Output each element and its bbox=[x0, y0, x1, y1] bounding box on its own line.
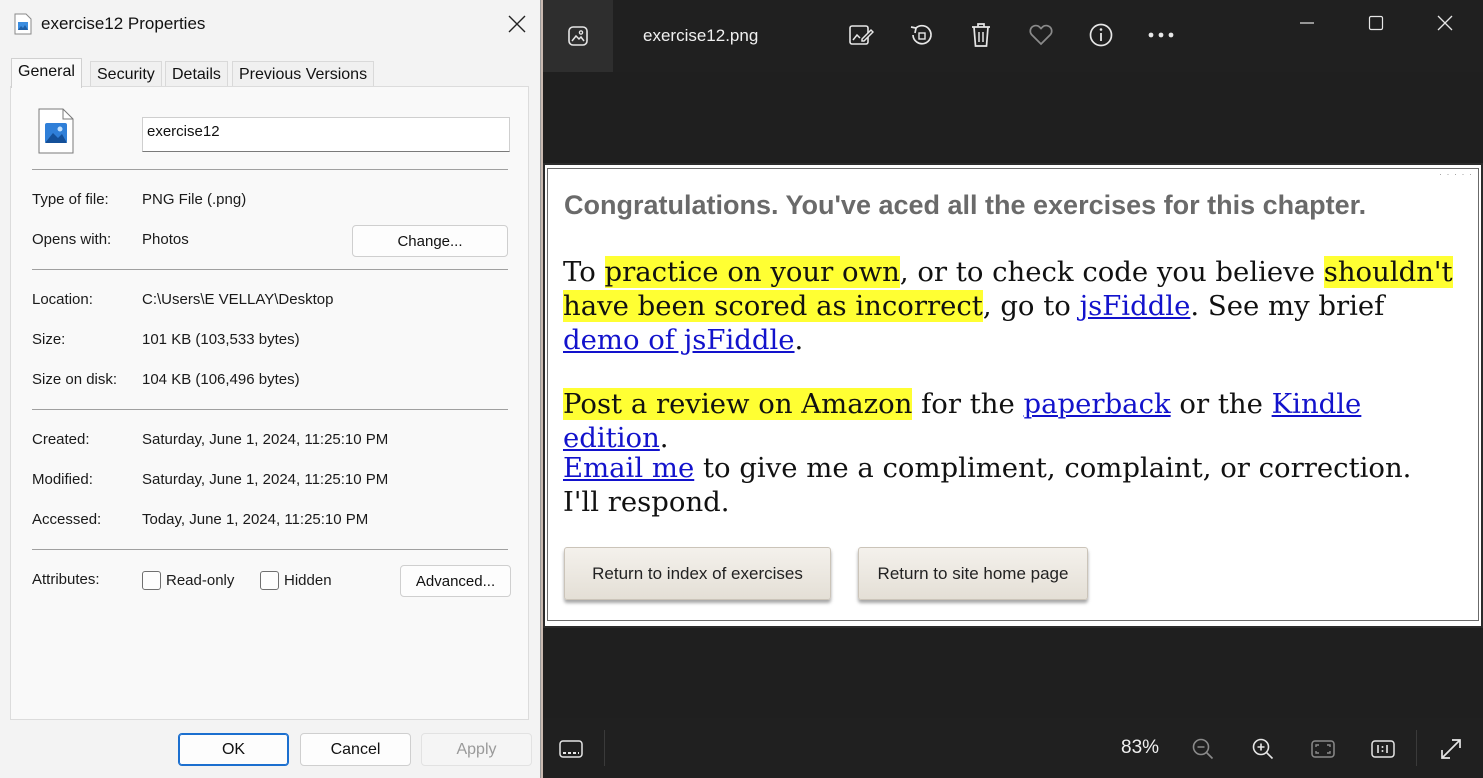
divider bbox=[604, 730, 605, 766]
viewer-toolbar: exercise12.png bbox=[543, 0, 1483, 72]
more-options-icon[interactable] bbox=[1146, 20, 1176, 50]
size-on-disk-label: Size on disk: bbox=[32, 371, 118, 388]
file-name-input[interactable] bbox=[142, 117, 510, 152]
jsfiddle-link: jsFiddle bbox=[1079, 290, 1191, 322]
zoom-in-icon[interactable] bbox=[1248, 734, 1278, 764]
text-span: . bbox=[659, 422, 669, 454]
modified-label: Modified: bbox=[32, 471, 93, 488]
viewer-bottom-bar: 83% bbox=[543, 718, 1483, 778]
text-span: . bbox=[794, 324, 804, 356]
created-label: Created: bbox=[32, 431, 90, 448]
email-paragraph: Email me to give me a compliment, compla… bbox=[563, 451, 1453, 519]
demo-jsfiddle-link: demo of jsFiddle bbox=[563, 324, 795, 356]
rotate-icon[interactable] bbox=[906, 20, 936, 50]
size-on-disk-value: 104 KB (106,496 bytes) bbox=[142, 371, 300, 388]
opens-with-label: Opens with: bbox=[32, 231, 112, 248]
properties-dialog: exercise12 Properties General Security D… bbox=[0, 0, 541, 778]
accessed-label: Accessed: bbox=[32, 511, 102, 528]
size-label: Size: bbox=[32, 331, 66, 348]
size-value: 101 KB (103,533 bytes) bbox=[142, 331, 300, 348]
text-span: . See my brief bbox=[1190, 290, 1385, 322]
tab-general[interactable]: General bbox=[11, 58, 82, 88]
practice-paragraph: To practice on your own, or to check cod… bbox=[563, 255, 1453, 357]
readonly-checkbox[interactable]: Read-only bbox=[142, 571, 234, 590]
viewer-file-name: exercise12.png bbox=[643, 26, 759, 45]
change-button[interactable]: Change... bbox=[352, 225, 508, 257]
edit-image-icon[interactable] bbox=[846, 20, 876, 50]
created-value: Saturday, June 1, 2024, 11:25:10 PM bbox=[142, 431, 389, 448]
general-panel: Type of file: PNG File (.png) Opens with… bbox=[10, 86, 529, 720]
favorite-heart-icon[interactable] bbox=[1026, 20, 1056, 50]
opens-with-value: Photos bbox=[142, 231, 189, 248]
maximize-icon[interactable] bbox=[1356, 8, 1396, 38]
divider bbox=[1416, 730, 1417, 766]
text-span: To bbox=[563, 256, 605, 288]
type-label: Type of file: bbox=[32, 191, 109, 208]
hidden-checkbox-box[interactable] bbox=[260, 571, 279, 590]
gallery-icon bbox=[568, 26, 588, 46]
info-icon[interactable] bbox=[1086, 20, 1116, 50]
review-paragraph: Post a review on Amazon for the paperbac… bbox=[563, 387, 1453, 455]
highlight-practice: practice on your own bbox=[604, 256, 900, 288]
type-value: PNG File (.png) bbox=[142, 191, 247, 208]
dialog-title: exercise12 Properties bbox=[41, 14, 206, 33]
gallery-button[interactable] bbox=[543, 0, 613, 72]
highlight-review: Post a review on Amazon bbox=[563, 388, 913, 420]
filmstrip-icon[interactable] bbox=[556, 734, 586, 764]
image-file-icon bbox=[38, 108, 74, 154]
ok-button[interactable]: OK bbox=[178, 733, 289, 766]
minimize-icon[interactable] bbox=[1287, 8, 1327, 38]
text-span: , or to check code you believe bbox=[899, 256, 1324, 288]
return-home-button-image: Return to site home page bbox=[858, 547, 1088, 600]
actual-size-icon[interactable] bbox=[1368, 734, 1398, 764]
fit-to-window-icon[interactable] bbox=[1308, 734, 1338, 764]
zoom-out-icon[interactable] bbox=[1188, 734, 1218, 764]
png-file-icon bbox=[14, 13, 32, 35]
hidden-checkbox[interactable]: Hidden bbox=[260, 571, 332, 590]
divider bbox=[32, 409, 508, 410]
hidden-label: Hidden bbox=[284, 572, 332, 589]
photos-viewer: exercise12.png · · · · · Congratulations… bbox=[543, 0, 1483, 778]
cancel-button[interactable]: Cancel bbox=[300, 733, 411, 766]
text-span: , go to bbox=[982, 290, 1080, 322]
delete-icon[interactable] bbox=[966, 20, 996, 50]
modified-value: Saturday, June 1, 2024, 11:25:10 PM bbox=[142, 471, 389, 488]
tab-details[interactable]: Details bbox=[165, 61, 228, 87]
close-icon[interactable] bbox=[1425, 8, 1465, 38]
divider bbox=[32, 549, 508, 550]
tab-security[interactable]: Security bbox=[90, 61, 162, 87]
resize-dots-icon: · · · · · bbox=[1439, 169, 1473, 179]
location-value: C:\Users\E VELLAY\Desktop bbox=[142, 291, 334, 308]
text-span: for the bbox=[912, 388, 1024, 420]
readonly-checkbox-box[interactable] bbox=[142, 571, 161, 590]
advanced-button[interactable]: Advanced... bbox=[400, 565, 511, 597]
text-span: or the bbox=[1170, 388, 1272, 420]
email-me-link: Email me bbox=[563, 452, 695, 484]
apply-button[interactable]: Apply bbox=[421, 733, 532, 766]
attributes-label: Attributes: bbox=[32, 571, 100, 588]
return-index-button-image: Return to index of exercises bbox=[564, 547, 831, 600]
divider bbox=[32, 269, 508, 270]
readonly-label: Read-only bbox=[166, 572, 235, 589]
close-icon[interactable] bbox=[498, 6, 536, 42]
congratulations-heading: Congratulations. You've aced all the exe… bbox=[564, 190, 1367, 220]
zoom-level: 83% bbox=[1121, 737, 1160, 758]
tab-previous-versions[interactable]: Previous Versions bbox=[232, 61, 375, 87]
location-label: Location: bbox=[32, 291, 93, 308]
paperback-link: paperback bbox=[1023, 388, 1171, 420]
accessed-value: Today, June 1, 2024, 11:25:10 PM bbox=[142, 511, 369, 528]
dialog-titlebar: exercise12 Properties bbox=[0, 0, 541, 48]
divider bbox=[32, 169, 508, 170]
displayed-image: · · · · · Congratulations. You've aced a… bbox=[543, 163, 1483, 628]
full-screen-icon[interactable] bbox=[1436, 734, 1466, 764]
